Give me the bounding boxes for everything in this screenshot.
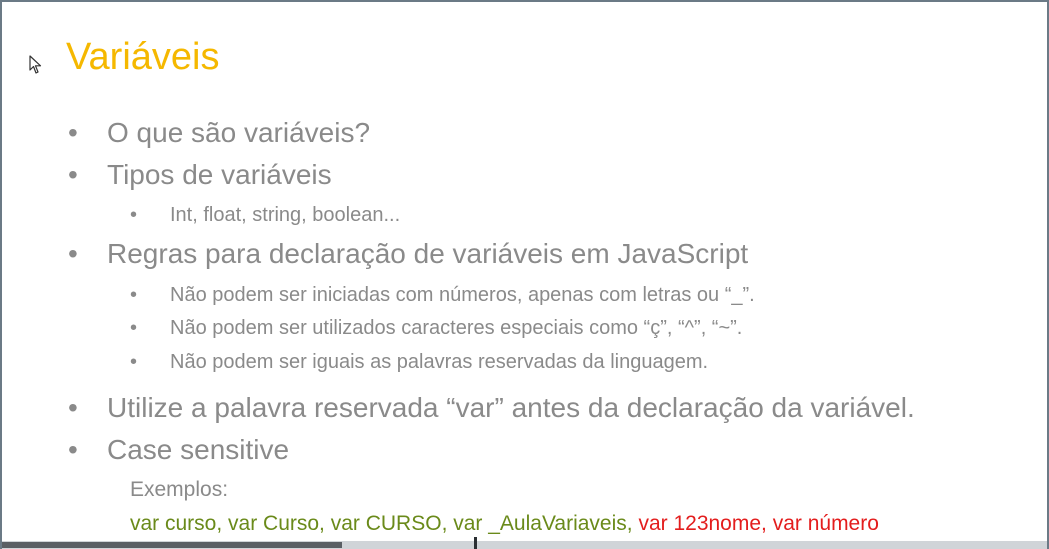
- video-progress-fill: [2, 542, 342, 548]
- valid-examples: var curso, var Curso, var CURSO, var _Au…: [130, 512, 633, 535]
- bullet-text: Case sensitive: [107, 434, 290, 465]
- sub-bullet-dot: •: [130, 351, 138, 373]
- bullet-dot: •: [68, 159, 78, 190]
- invalid-examples: var 123nome, var número: [638, 512, 879, 535]
- bullet-text: Tipos de variáveis: [107, 159, 332, 190]
- bullet-dot: •: [68, 434, 78, 465]
- sub-bullet-dot: •: [130, 284, 138, 306]
- bullet-text: Utilize a palavra reservada “var” antes …: [107, 392, 915, 423]
- bullet-dot: •: [68, 117, 78, 148]
- slide: Variáveis • O que são variáveis? • Tipos…: [2, 2, 1047, 549]
- mouse-cursor-icon: [29, 55, 42, 74]
- bullet-dot: •: [68, 238, 78, 269]
- bullet-dot: •: [68, 392, 78, 423]
- examples-line: var curso, var Curso, var CURSO, var _Au…: [130, 513, 879, 534]
- sub-bullet-text: Não podem ser iguais as palavras reserva…: [170, 351, 709, 373]
- sub-bullet-dot: •: [130, 317, 138, 339]
- sub-bullet-dot: •: [130, 204, 138, 226]
- slide-title: Variáveis: [66, 36, 220, 78]
- video-progress-bar[interactable]: [2, 537, 1047, 549]
- sub-bullet-text: Int, float, string, boolean...: [170, 204, 401, 226]
- examples-label: Exemplos:: [130, 478, 229, 501]
- sub-bullet-text: Não podem ser iniciadas com números, ape…: [170, 284, 755, 306]
- bullet-text: O que são variáveis?: [107, 117, 371, 148]
- video-scrub-marker[interactable]: [474, 537, 477, 549]
- bullet-text: Regras para declaração de variáveis em J…: [107, 238, 749, 269]
- sub-bullet-text: Não podem ser utilizados caracteres espe…: [170, 317, 743, 339]
